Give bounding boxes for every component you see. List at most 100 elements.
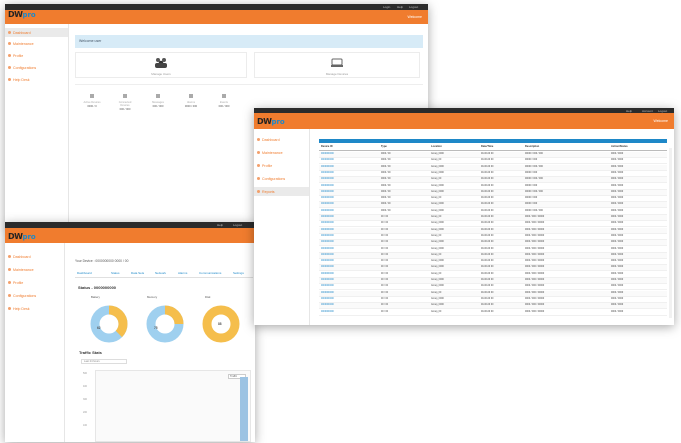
device-id-link[interactable]: 0000000000 — [321, 159, 334, 161]
sidebar-item-reports[interactable]: Reports — [254, 187, 309, 196]
device-id-link[interactable]: 0000000000 — [321, 197, 334, 199]
device-id-link[interactable]: 0000000000 — [321, 304, 334, 306]
table-row[interactable]: 0000000000 0000 / 00 Group_00 00-00-00 00 00… — [319, 158, 667, 165]
device-id-link[interactable]: 0000000000 — [321, 166, 334, 168]
tab-alarms[interactable]: Alarms — [178, 271, 187, 275]
table-row[interactable]: 0000000000 0000 / 00 Group_0000 00-00-00 00… — [319, 189, 667, 196]
table-row[interactable]: 0000000000 00 / 00 Group_0000 00-00-00 00 00… — [319, 303, 667, 310]
tab-data-sets[interactable]: Data Sets — [131, 271, 144, 275]
table-row[interactable]: 0000000000 00 / 00 Group_00 00-00-00 00 0000… — [319, 215, 667, 222]
device-id-link[interactable]: 0000000000 — [321, 235, 334, 237]
table-row[interactable]: 0000000000 0000 / 00 Group_0000 00-00-00 00… — [319, 184, 667, 190]
sidebar-item-help-desk[interactable]: Help Desk — [5, 75, 68, 84]
sidebar-item-profile[interactable]: Profile — [254, 161, 309, 170]
device-id-link[interactable]: 0000000000 — [321, 285, 334, 287]
range-select[interactable]: Last 24 hours — [81, 359, 127, 364]
topbar-link[interactable]: Help — [397, 5, 403, 9]
table-cell: 00-00-00 00 — [481, 228, 494, 231]
table-row[interactable]: 0000000000 00 / 00 Group_0000 00-00-00 00 00… — [319, 284, 667, 291]
device-id-link[interactable]: 0000000000 — [321, 191, 334, 193]
table-row[interactable]: 0000000000 0000 / 00 Group_00 00-00-00 00 00… — [319, 177, 667, 184]
logo[interactable]: DW pro — [8, 232, 36, 241]
metric-label: Battery — [91, 295, 100, 299]
topbar-link[interactable]: Logout — [233, 223, 242, 227]
sidebar-item-help-desk[interactable]: Help Desk — [5, 304, 64, 313]
table-cell: 00 / 00 — [381, 310, 389, 313]
sidebar-item-configurations[interactable]: Configurations — [5, 63, 68, 72]
table-cell: 00 / 00 — [381, 266, 389, 269]
sidebar-item-maintenance[interactable]: Maintenance — [254, 148, 309, 157]
table-row[interactable]: 0000000000 00 / 00 Group_0000 00-00-00 00 00… — [319, 278, 667, 285]
sidebar-item-dashboard[interactable]: Dashboard — [5, 28, 68, 37]
device-id-link[interactable]: 0000000000 — [321, 185, 334, 187]
column-header[interactable]: Description — [525, 145, 539, 148]
table-row[interactable]: 0000000000 00 / 00 Group_00 00-00-00 00 0000… — [319, 310, 667, 316]
table-row[interactable]: 0000000000 00 / 00 Group_0000 00-00-00 00 00… — [319, 297, 667, 303]
column-header[interactable]: Action/Status — [611, 145, 628, 148]
table-row[interactable]: 0000000000 00 / 00 Group_00 00-00-00 00 0000… — [319, 252, 667, 259]
column-header[interactable]: Date/Time — [481, 145, 493, 148]
table-cell: 0000 / 0000 — [611, 165, 624, 168]
device-id-link[interactable]: 0000000000 — [321, 216, 334, 218]
table-row[interactable]: 0000000000 0000 / 00 Group_0000 00-00-00 00… — [319, 164, 667, 171]
table-row[interactable]: 0000000000 0000 / 00 Group_0000 00-00-00 00… — [319, 209, 667, 215]
sidebar-item-profile[interactable]: Profile — [5, 278, 64, 287]
table-row[interactable]: 0000000000 00 / 00 Group_00 00-00-00 00 0000… — [319, 234, 667, 240]
device-id-link[interactable]: 0000000000 — [321, 254, 334, 256]
table-row[interactable]: 0000000000 00 / 00 Group_0000 00-00-00 00 00… — [319, 247, 667, 253]
topbar-link[interactable]: Logout — [409, 5, 418, 9]
table-row[interactable]: 0000000000 00 / 00 Group_0000 00-00-00 00 00… — [319, 221, 667, 228]
device-id-link[interactable]: 0000000000 — [321, 178, 334, 180]
tab-status[interactable]: Status — [111, 271, 120, 275]
sidebar-item-dashboard[interactable]: Dashboard — [5, 252, 64, 261]
device-id-link[interactable]: 0000000000 — [321, 298, 334, 300]
table-row[interactable]: 0000000000 0000 / 00 Group_0000 00-00-00 00… — [319, 152, 667, 159]
device-id-link[interactable]: 0000000000 — [321, 266, 334, 268]
device-id-link[interactable]: 0000000000 — [321, 311, 334, 313]
device-id-link[interactable]: 0000000000 — [321, 210, 334, 212]
table-row[interactable]: 0000000000 00 / 00 Group_0000 00-00-00 00 00… — [319, 265, 667, 272]
column-header[interactable]: Location — [431, 145, 442, 148]
device-id-link[interactable]: 0000000000 — [321, 241, 334, 243]
manage-devices-card[interactable]: Manage Devices — [254, 52, 420, 78]
device-id-link[interactable]: 0000000000 — [321, 279, 334, 281]
column-header[interactable]: Device ID — [321, 145, 333, 148]
sidebar: Dashboard Maintenance Profile Configurat… — [254, 129, 310, 325]
table-row[interactable]: 0000000000 00 / 00 Group_00 00-00-00 00 0000… — [319, 272, 667, 278]
device-id-link[interactable]: 0000000000 — [321, 222, 334, 224]
help-icon — [8, 307, 11, 310]
sidebar-item-profile[interactable]: Profile — [5, 51, 68, 60]
tab-network[interactable]: Network — [155, 271, 166, 275]
sidebar-item-dashboard[interactable]: Dashboard — [254, 135, 309, 144]
table-row[interactable]: 0000000000 00 / 00 Group_0000 00-00-00 00 00… — [319, 227, 667, 234]
device-id-link[interactable]: 0000000000 — [321, 153, 334, 155]
device-id-link[interactable]: 0000000000 — [321, 172, 334, 174]
tab-communications[interactable]: Communications — [199, 271, 221, 275]
device-id-link[interactable]: 0000000000 — [321, 229, 334, 231]
table-row[interactable]: 0000000000 00 / 00 Group_0000 00-00-00 00 00… — [319, 240, 667, 247]
column-header[interactable]: Type — [381, 145, 387, 148]
topbar-link[interactable]: Help — [217, 223, 223, 227]
topbar-link[interactable]: Login — [383, 5, 390, 9]
device-id-link[interactable]: 0000000000 — [321, 203, 334, 205]
tab-settings[interactable]: Settings — [233, 271, 244, 275]
logo[interactable]: DW pro — [257, 117, 285, 126]
table-row[interactable]: 0000000000 0000 / 00 Group_0000 00-00-00 00… — [319, 202, 667, 209]
table-row[interactable]: 0000000000 0000 / 00 Group_00 00-00-00 00 00… — [319, 196, 667, 203]
table-row[interactable]: 0000000000 00 / 00 Group_00 00-00-00 00 0000… — [319, 290, 667, 297]
tab-dashboard[interactable]: Dashboard — [77, 271, 92, 275]
device-id-link[interactable]: 0000000000 — [321, 248, 334, 250]
sidebar-item-maintenance[interactable]: Maintenance — [5, 265, 64, 274]
table-row[interactable]: 0000000000 0000 / 00 Group_0000 00-00-00 00… — [319, 171, 667, 177]
sidebar-item-configurations[interactable]: Configurations — [5, 291, 64, 300]
device-id-link[interactable]: 0000000000 — [321, 260, 334, 262]
gear-icon — [8, 294, 11, 297]
device-id-link[interactable]: 0000000000 — [321, 273, 334, 275]
sidebar-item-maintenance[interactable]: Maintenance — [5, 39, 68, 48]
sidebar-item-configurations[interactable]: Configurations — [254, 174, 309, 183]
table-row[interactable]: 0000000000 00 / 00 Group_0000 00-00-00 00 00… — [319, 259, 667, 266]
device-id-link[interactable]: 0000000000 — [321, 292, 334, 294]
logo[interactable]: DW pro — [8, 10, 36, 19]
manage-users-card[interactable]: Manage Users — [75, 52, 247, 78]
scrollbar[interactable] — [669, 148, 672, 318]
